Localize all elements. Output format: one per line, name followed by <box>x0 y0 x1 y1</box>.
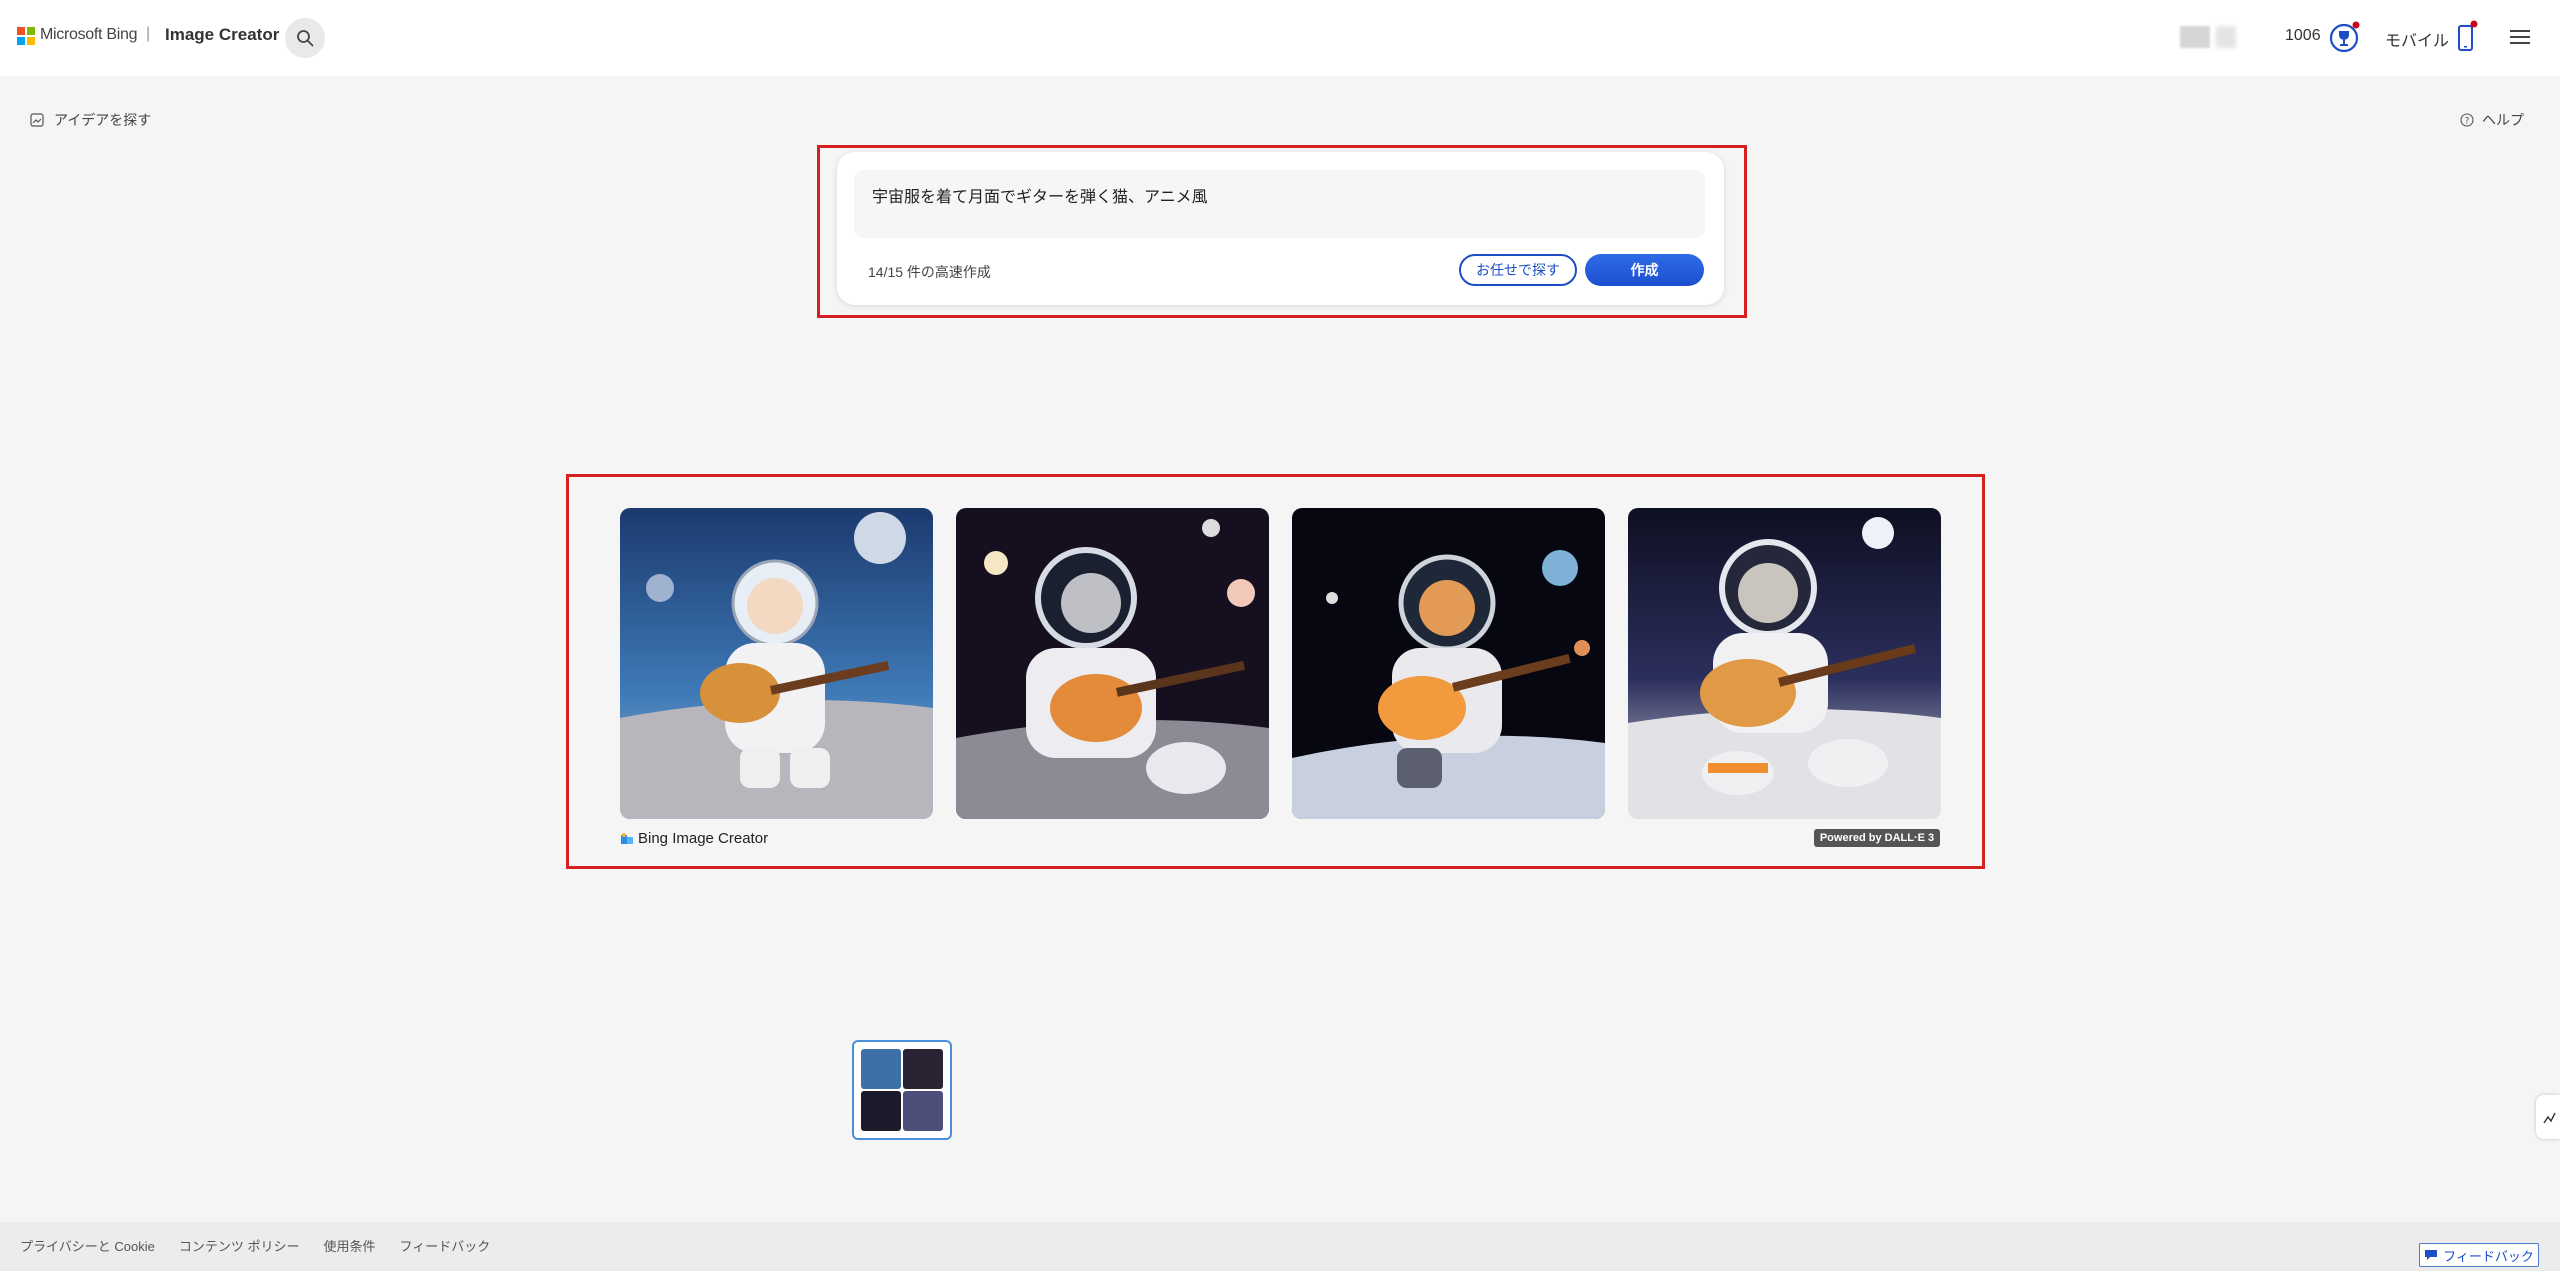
help-circle-icon: ? <box>2460 113 2474 127</box>
help-link[interactable]: ? ヘルプ <box>2460 110 2524 130</box>
bing-image-creator-watermark: Bing Image Creator <box>620 830 768 847</box>
product-title[interactable]: Image Creator <box>165 25 279 45</box>
search-button[interactable] <box>285 18 325 58</box>
brand-separator: | <box>146 25 151 42</box>
generated-image-3[interactable] <box>1292 508 1605 819</box>
profile-name-blurred[interactable] <box>2180 26 2250 48</box>
search-icon <box>297 30 314 47</box>
rewards-trophy-icon[interactable] <box>2328 20 2362 54</box>
help-label: ヘルプ <box>2482 112 2524 128</box>
generated-image-1[interactable] <box>620 508 933 819</box>
footer-link-privacy[interactable]: プライバシーと Cookie <box>20 1236 155 1255</box>
prompt-text[interactable]: 宇宙服を着て月面でギターを弾く猫、アニメ風 <box>872 183 1208 207</box>
side-panel-handle[interactable] <box>2536 1095 2560 1139</box>
boost-status: 14/15 件の高速作成 <box>868 264 991 280</box>
generated-image-4[interactable] <box>1628 508 1941 819</box>
watermark-text: Bing Image Creator <box>638 830 769 847</box>
explore-ideas-label: アイデアを探す <box>54 112 152 128</box>
hamburger-menu-icon[interactable] <box>2508 26 2534 48</box>
chart-icon <box>2543 1112 2556 1124</box>
mobile-phone-icon[interactable] <box>2456 20 2478 54</box>
image-icon <box>30 113 44 127</box>
bing-creator-icon <box>621 832 633 844</box>
history-thumbnail[interactable] <box>852 1040 952 1140</box>
explore-ideas-link[interactable]: アイデアを探す <box>30 110 151 130</box>
footer-link-feedback[interactable]: フィードバック <box>399 1236 490 1255</box>
create-button[interactable]: 作成 <box>1585 254 1704 286</box>
feedback-button-label: フィードバック <box>2443 1248 2534 1264</box>
footer-link-terms[interactable]: 使用条件 <box>323 1236 375 1255</box>
dalle-badge: Powered by DALL·E 3 <box>1814 829 1940 847</box>
surprise-me-button[interactable]: お任せで探す <box>1459 254 1577 286</box>
microsoft-logo-icon[interactable] <box>17 27 35 45</box>
generated-image-2[interactable] <box>956 508 1269 819</box>
svg-text:?: ? <box>2465 117 2470 127</box>
brand-name[interactable]: Microsoft Bing <box>40 26 137 44</box>
feedback-icon <box>2425 1250 2438 1260</box>
rewards-points[interactable]: 1006 <box>2285 27 2321 45</box>
mobile-link[interactable]: モバイル <box>2385 27 2449 51</box>
feedback-button[interactable]: フィードバック <box>2419 1243 2539 1267</box>
footer: プライバシーと Cookie コンテンツ ポリシー 使用条件 フィードバック <box>0 1222 2560 1271</box>
top-header: Microsoft Bing | Image Creator 1006 モバイル <box>0 0 2560 76</box>
footer-link-content-policy[interactable]: コンテンツ ポリシー <box>179 1236 300 1255</box>
